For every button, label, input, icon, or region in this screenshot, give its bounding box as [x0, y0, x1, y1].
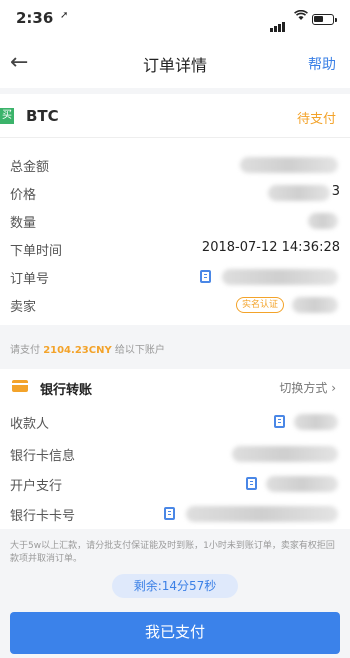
- status-bar: 2:36 ➚: [0, 0, 350, 36]
- nav-bar: ← 订单详情 帮助: [0, 36, 350, 88]
- price-value-tail: 3: [331, 184, 340, 199]
- price-value-redacted: [268, 185, 330, 201]
- coin-name: BTC: [26, 107, 59, 125]
- order-number-label: 订单号: [10, 272, 50, 287]
- notice-amount: 2104.23CNY: [43, 345, 112, 356]
- paid-button[interactable]: 我已支付: [10, 612, 340, 654]
- quantity-row: 数量: [10, 208, 340, 234]
- location-icon: ➚: [60, 10, 69, 21]
- verified-badge: 实名认证: [236, 297, 285, 313]
- help-link[interactable]: 帮助: [308, 54, 336, 74]
- payment-notice: 请支付 2104.23CNY 给以下账户: [10, 341, 165, 356]
- total-row: 总金额: [10, 152, 340, 178]
- order-time-label: 下单时间: [10, 244, 63, 259]
- chevron-right-icon: ›: [331, 381, 336, 395]
- payee-label: 收款人: [10, 417, 50, 432]
- total-label: 总金额: [10, 160, 50, 175]
- card-info-label: 银行卡信息: [10, 449, 76, 464]
- seller-name-redacted: [292, 297, 338, 313]
- switch-method-label: 切换方式: [279, 381, 328, 395]
- quantity-value-redacted: [308, 213, 338, 229]
- transfer-warning: 大于5w以上汇款，请分批支付保证能及时到账，1小时未到账订单，卖家有权拒回款项并…: [10, 541, 335, 564]
- switch-method-button[interactable]: 切换方式 ›: [279, 379, 336, 396]
- notice-suffix: 给以下账户: [111, 345, 165, 356]
- card-number-row: 银行卡卡号: [10, 501, 340, 527]
- bank-transfer-title: 银行转账: [40, 383, 93, 398]
- total-value-redacted: [240, 157, 338, 173]
- branch-label: 开户支行: [10, 479, 63, 494]
- card-info-row: 银行卡信息: [10, 441, 340, 467]
- order-number-row: 订单号: [10, 264, 340, 290]
- order-number-redacted: [222, 269, 338, 285]
- branch-redacted: [266, 476, 338, 492]
- seller-label: 卖家: [10, 300, 37, 315]
- page-title: 订单详情: [142, 56, 207, 75]
- order-time-row: 下单时间 2018-07-12 14:36:28: [10, 236, 340, 262]
- branch-row: 开户支行: [10, 471, 340, 497]
- order-time-value: 2018-07-12 14:36:28: [201, 240, 340, 255]
- payee-row: 收款人: [10, 409, 340, 435]
- copy-icon[interactable]: [246, 477, 257, 490]
- wifi-icon: [294, 9, 308, 24]
- buy-tag: 买: [0, 108, 14, 124]
- card-number-redacted: [186, 506, 338, 522]
- copy-icon[interactable]: [164, 507, 175, 520]
- bank-transfer-card: 银行转账 切换方式 › 收款人 银行卡信息 开户支行 银行卡卡号: [0, 369, 350, 529]
- payment-status: 待支付: [296, 112, 336, 127]
- signal-icon: [270, 13, 286, 32]
- countdown-timer: 剩余:14分57秒: [112, 574, 238, 598]
- status-time: 2:36: [16, 9, 54, 27]
- order-details: 总金额 价格 3 数量 下单时间 2018-07-12 14:36:28 订单号…: [0, 138, 350, 325]
- notice-prefix: 请支付: [10, 345, 44, 356]
- bank-card-icon: [12, 380, 28, 392]
- card-number-label: 银行卡卡号: [10, 509, 76, 524]
- price-row: 价格 3: [10, 180, 340, 206]
- copy-icon[interactable]: [274, 415, 285, 428]
- copy-icon[interactable]: [200, 270, 211, 283]
- coin-header: 买 BTC 待支付: [0, 94, 350, 138]
- battery-icon: [312, 14, 337, 25]
- card-info-redacted: [232, 446, 338, 462]
- price-label: 价格: [10, 188, 37, 203]
- payee-redacted: [294, 414, 338, 430]
- seller-row: 卖家 实名认证: [10, 292, 340, 318]
- quantity-label: 数量: [10, 216, 37, 231]
